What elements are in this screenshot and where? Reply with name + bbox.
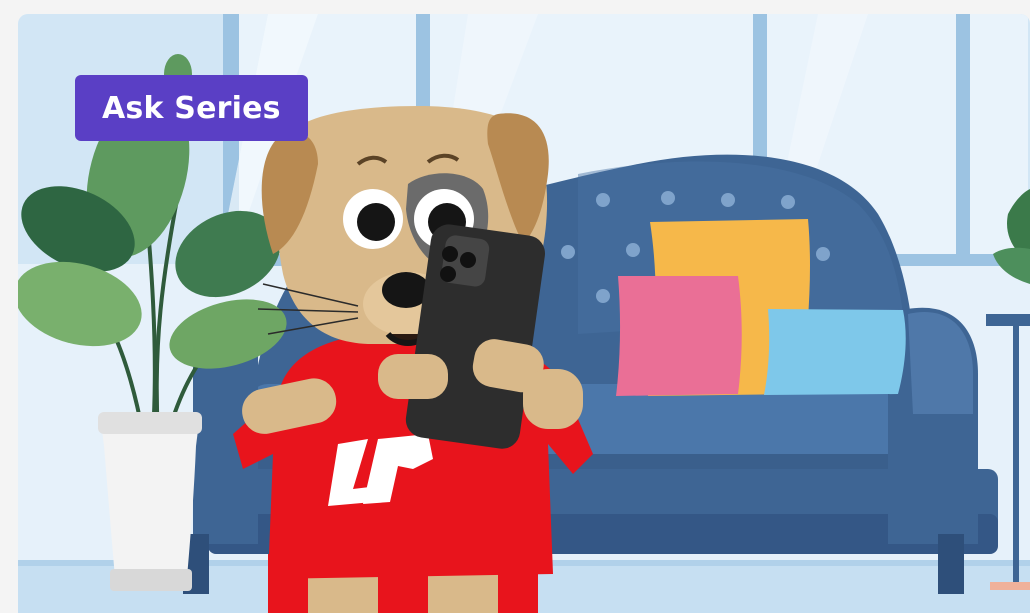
series-card[interactable]: Ask Series [18,14,1030,613]
ask-series-badge[interactable]: Ask Series [75,75,308,141]
